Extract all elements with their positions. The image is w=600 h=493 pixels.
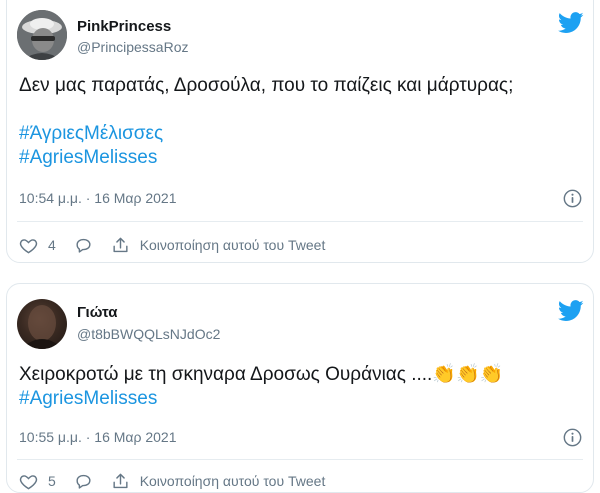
author-handle[interactable]: @t8bBWQQLsNJdOc2 [77,326,220,342]
like-count: 4 [48,237,56,253]
like-count: 5 [48,473,56,489]
reply-button[interactable] [74,472,93,491]
reply-button[interactable] [74,236,93,255]
hashtag-link[interactable]: #AgriesMelisses [19,146,581,170]
hashtag-link[interactable]: #AgriesMelisses [19,387,581,411]
info-icon[interactable] [563,189,582,208]
like-button[interactable]: 5 [19,472,56,491]
share-icon [113,473,128,488]
share-button[interactable]: Κοινοποίηση αυτού του Tweet [111,236,326,255]
avatar[interactable] [17,10,67,60]
heart-icon [19,238,38,253]
author-handle[interactable]: @PrincipessaRoz [77,39,188,55]
avatar-image [21,305,63,349]
author-name[interactable]: PinkPrincess [77,18,171,35]
tweet-body: Δεν μας παρατάς, Δροσούλα, που το παίζει… [19,75,514,96]
info-icon[interactable] [563,428,582,447]
tweet-body: Χειροκροτώ με τη σκηναρα Δροσως Ουράνιας… [19,364,504,385]
divider [17,459,583,460]
timestamp[interactable]: 10:55 μ.μ. · 16 Μαρ 2021 [19,429,177,445]
reply-bubble-icon [76,474,91,489]
action-bar: 4 Κοινοποίηση αυτού του Tweet [19,234,581,256]
tweet-text: Χειροκροτώ με τη σκηναρα Δροσως Ουράνιας… [19,363,581,411]
twitter-bird-icon[interactable] [558,12,584,34]
like-button[interactable]: 4 [19,236,56,255]
tweet-card[interactable]: Γιώτα @t8bBWQQLsNJdOc2 Χειροκροτώ με τη … [6,283,594,493]
avatar[interactable] [17,299,67,349]
hashtag-link[interactable]: #ΆγριεςΜέλισσες [19,122,581,146]
tweet-text: Δεν μας παρατάς, Δροσούλα, που το παίζει… [19,74,581,170]
avatar-image [17,10,67,60]
tweet-card[interactable]: PinkPrincess @PrincipessaRoz Δεν μας παρ… [6,0,594,263]
reply-bubble-icon [76,238,91,253]
twitter-bird-icon[interactable] [558,300,584,322]
action-bar: 5 Κοινοποίηση αυτού του Tweet [19,470,581,492]
author-name[interactable]: Γιώτα [77,304,117,321]
divider [17,221,583,222]
share-button[interactable]: Κοινοποίηση αυτού του Tweet [111,472,326,491]
share-icon [113,237,128,252]
share-label: Κοινοποίηση αυτού του Tweet [139,237,326,253]
heart-icon [19,474,38,489]
timestamp[interactable]: 10:54 μ.μ. · 16 Μαρ 2021 [19,190,177,206]
share-label: Κοινοποίηση αυτού του Tweet [139,473,326,489]
